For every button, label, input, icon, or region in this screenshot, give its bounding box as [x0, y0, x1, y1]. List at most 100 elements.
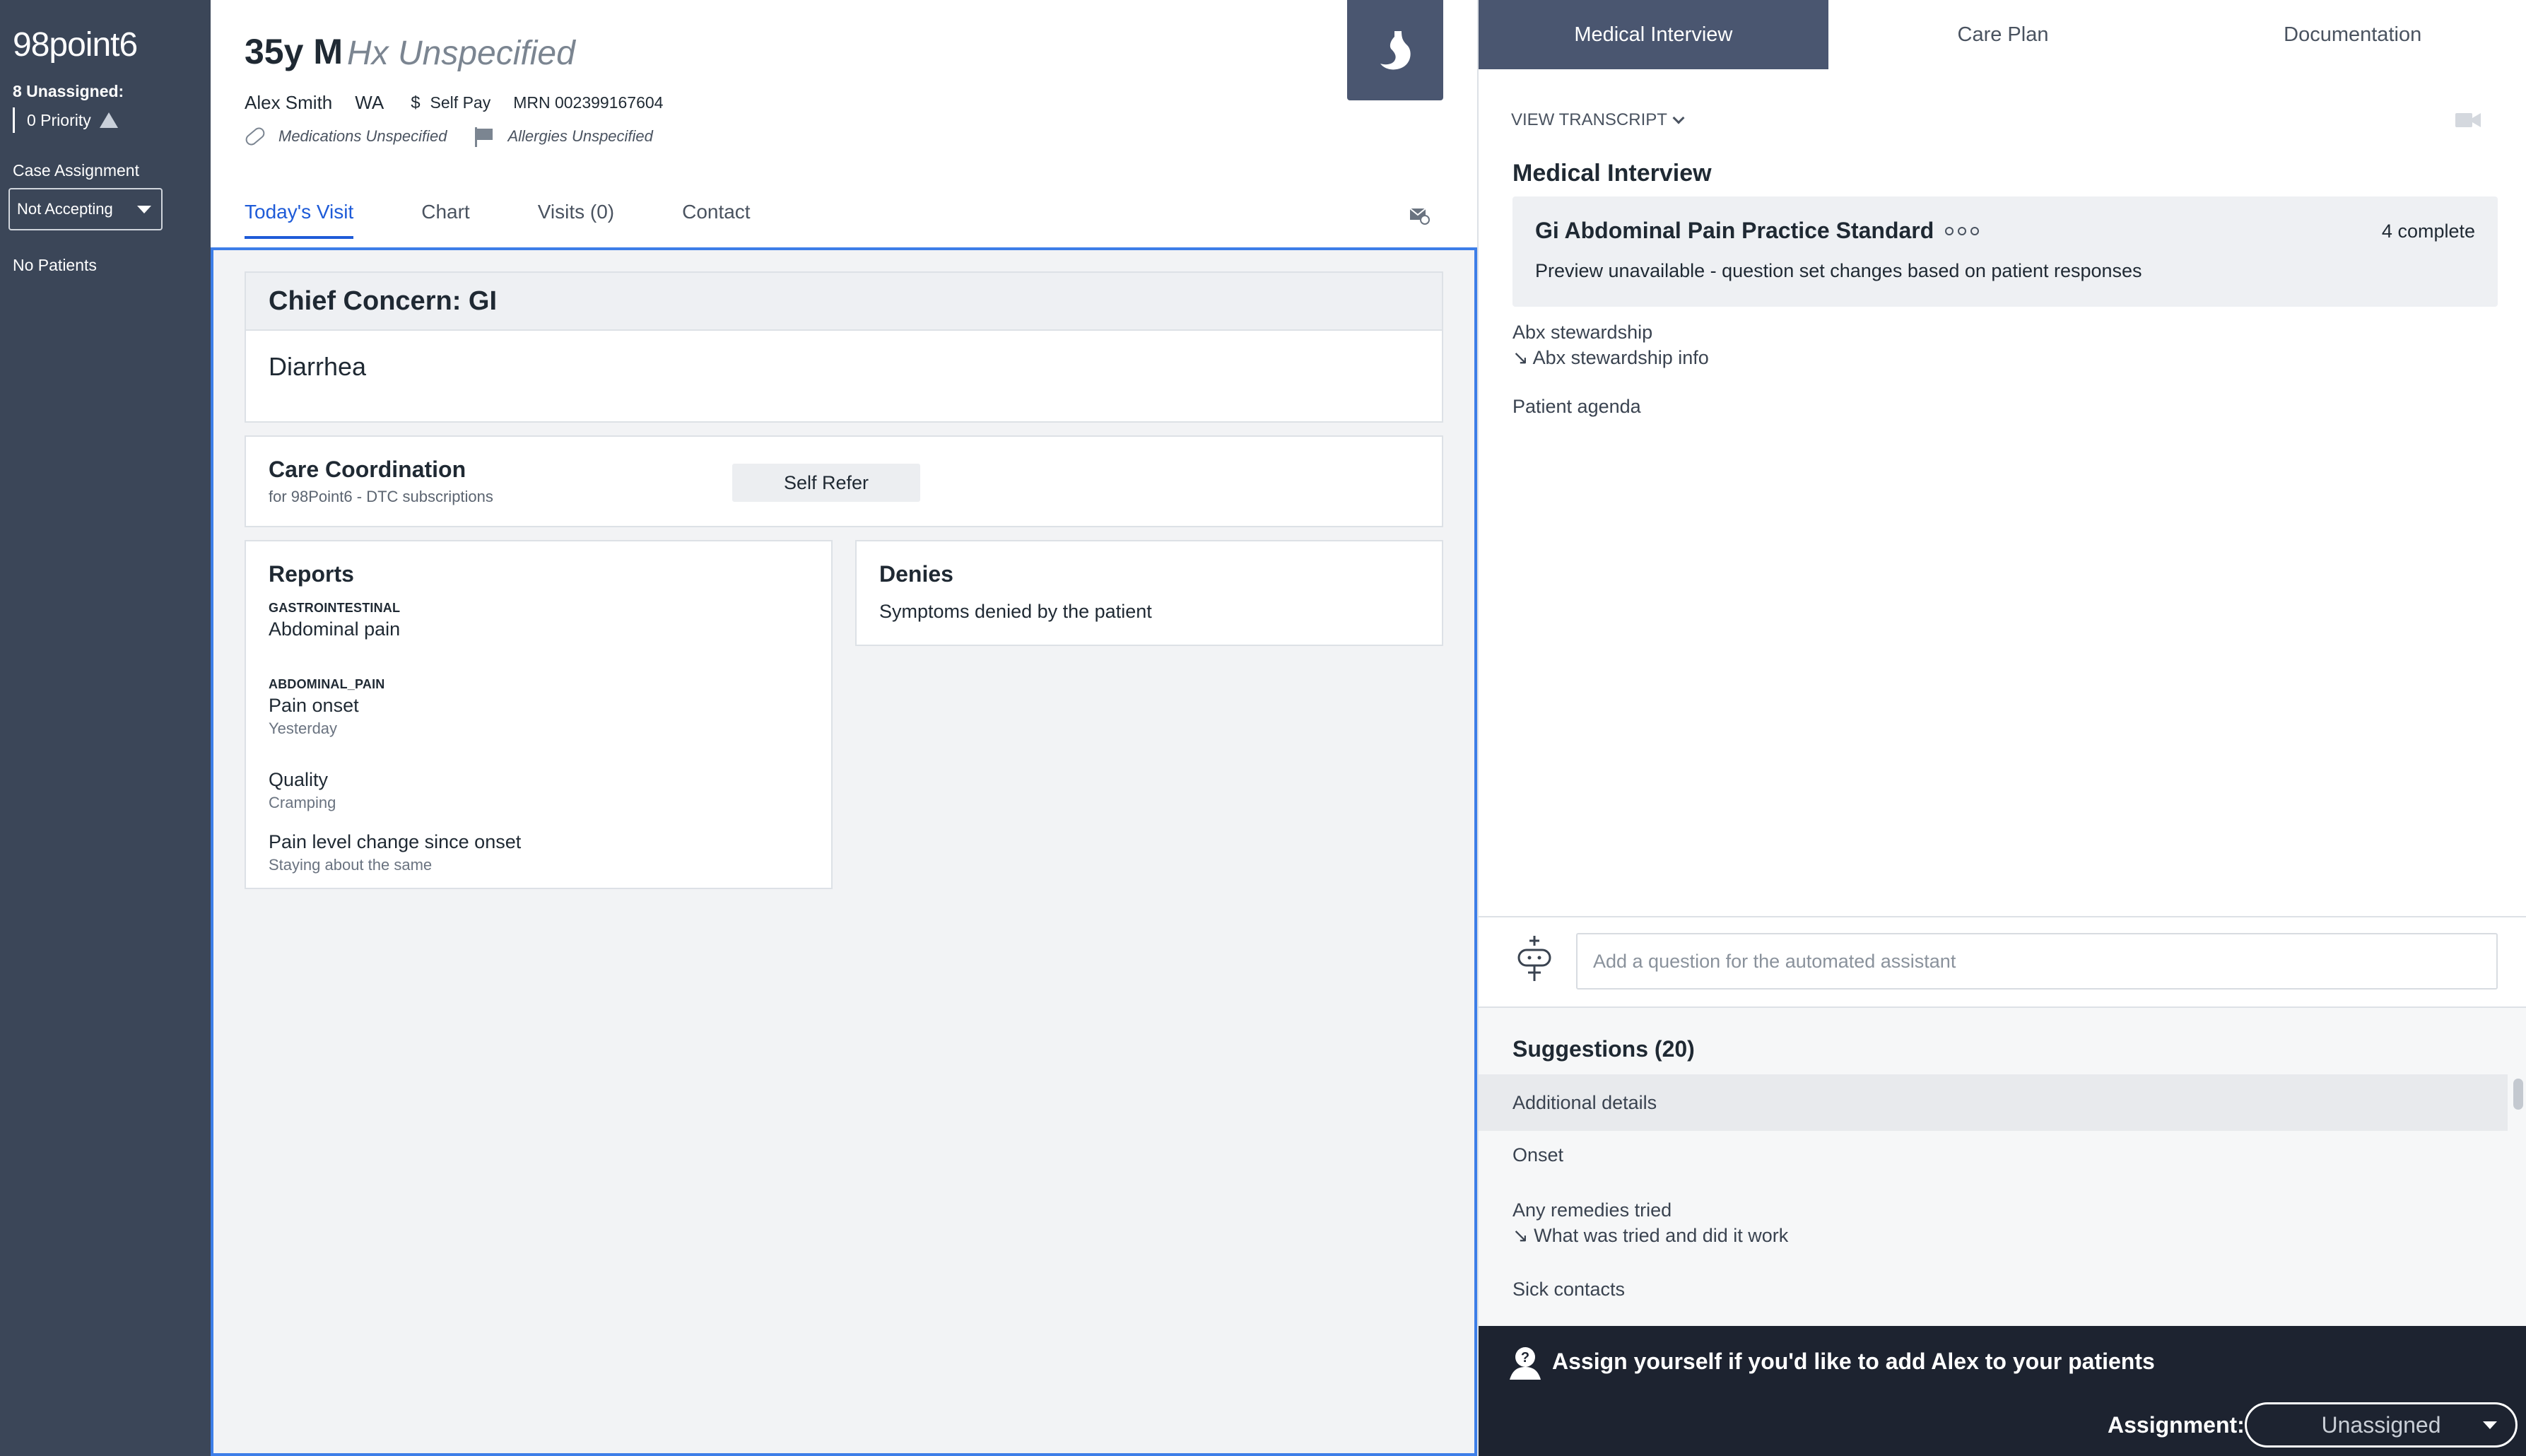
- patient-age-sex: 35y M: [245, 32, 343, 71]
- caret-down-icon: [2483, 1421, 2497, 1429]
- complete-count: 4 complete: [2381, 221, 2475, 242]
- suggestions-scrollbar[interactable]: [2513, 1079, 2523, 1110]
- assignment-value: Unassigned: [2321, 1411, 2441, 1438]
- medical-interview-title: Medical Interview: [1512, 160, 1712, 187]
- assistant-question-input[interactable]: [1576, 933, 2498, 990]
- report-group: Quality Cramping: [269, 766, 336, 812]
- patient-meds-allergies: Medications Unspecified Allergies Unspec…: [243, 125, 653, 148]
- tab-care-plan[interactable]: Care Plan: [1828, 0, 2178, 69]
- report-item: Abdominal pain: [269, 618, 401, 640]
- practice-standard-title: Gi Abdominal Pain Practice Standard: [1535, 218, 1980, 244]
- view-transcript-label: VIEW TRANSCRIPT: [1511, 110, 1667, 129]
- report-value: Staying about the same: [269, 856, 433, 874]
- more-options-icon[interactable]: [1945, 226, 1980, 235]
- care-coordination-card: Care Coordination for 98Point6 - DTC sub…: [245, 435, 1443, 527]
- assignment-footer: ? Assign yourself if you'd like to add A…: [1479, 1326, 2526, 1456]
- suggestions-panel: Suggestions (20) Additional details Onse…: [1479, 1006, 2526, 1326]
- view-transcript-toggle[interactable]: VIEW TRANSCRIPT: [1511, 110, 1685, 130]
- patient-history: Hx Unspecified: [347, 35, 575, 72]
- patient-tabs: Today's Visit Chart Visits (0) Contact: [245, 201, 818, 239]
- suggestion-item[interactable]: Any remedies tried ↘ What was tried and …: [1479, 1197, 2508, 1248]
- abx-stewardship-info: ↘ Abx stewardship info: [1512, 347, 1709, 368]
- chief-concern-card: Chief Concern: GI Diarrhea: [245, 271, 1443, 423]
- stomach-icon: [1380, 31, 1411, 70]
- dot: [1958, 226, 1967, 235]
- self-refer-button[interactable]: Self Refer: [732, 464, 920, 502]
- dot: [1970, 226, 1980, 235]
- no-patients-text: No Patients: [13, 256, 97, 274]
- video-camera-icon[interactable]: [2454, 110, 2482, 130]
- report-group: Pain level change since onset Staying ab…: [269, 828, 521, 874]
- reports-card: Reports GASTROINTESTINAL Abdominal pain …: [245, 540, 833, 889]
- allergies-text[interactable]: Allergies Unspecified: [507, 127, 652, 146]
- patient-pay-type: Self Pay: [430, 93, 491, 112]
- case-assignment-label: Case Assignment: [13, 161, 139, 180]
- suggestions-title: Suggestions (20): [1512, 1036, 1695, 1062]
- patient-meta: Alex Smith WA $ Self Pay MRN 00239916760…: [245, 92, 663, 114]
- suggestion-item[interactable]: Sick contacts: [1479, 1276, 2508, 1302]
- dot: [1945, 226, 1954, 235]
- preview-note: Preview unavailable - question set chang…: [1535, 260, 2142, 281]
- report-value: Yesterday: [269, 720, 338, 737]
- patient-state: WA: [355, 92, 384, 113]
- suggestion-item[interactable]: Onset: [1479, 1142, 2508, 1168]
- medications-text[interactable]: Medications Unspecified: [278, 127, 447, 146]
- report-item: Pain onset: [269, 695, 359, 716]
- practice-standard-name: Gi Abdominal Pain Practice Standard: [1535, 218, 1934, 243]
- priority-count[interactable]: 0 Priority: [13, 107, 118, 133]
- suggestion-label: Additional details: [1512, 1092, 1657, 1113]
- report-group: ABDOMINAL_PAIN Pain onset Yesterday: [269, 677, 384, 738]
- right-tabs: Medical Interview Care Plan Documentatio…: [1479, 0, 2526, 69]
- report-value: Cramping: [269, 794, 336, 811]
- app-logo: 98point6: [13, 26, 138, 64]
- stomach-specialty-button[interactable]: [1347, 0, 1443, 100]
- tab-contact[interactable]: Contact: [682, 201, 751, 239]
- chief-concern-value: Diarrhea: [269, 352, 367, 381]
- priority-label: 0 Priority: [27, 110, 91, 129]
- patient-name: Alex Smith: [245, 92, 333, 113]
- mail-icon[interactable]: [1409, 206, 1431, 225]
- divider: [1479, 916, 2526, 917]
- assignment-select[interactable]: Unassigned: [2245, 1402, 2518, 1448]
- person-question-icon: ?: [1510, 1347, 1541, 1380]
- case-assignment-value: Not Accepting: [17, 200, 113, 218]
- tab-medical-interview[interactable]: Medical Interview: [1479, 0, 1828, 69]
- patient-agenda-item[interactable]: Patient agenda: [1512, 396, 1641, 418]
- pill-icon: [243, 125, 267, 148]
- report-category: GASTROINTESTINAL: [269, 601, 401, 615]
- denies-title: Denies: [879, 561, 953, 587]
- suggestion-item[interactable]: Additional details: [1479, 1074, 2508, 1131]
- tab-documentation[interactable]: Documentation: [2178, 0, 2526, 69]
- caret-down-icon: [137, 205, 151, 213]
- report-item: Pain level change since onset: [269, 831, 522, 852]
- practice-standard-card[interactable]: Gi Abdominal Pain Practice Standard 4 co…: [1512, 196, 2498, 307]
- chief-concern-title: Chief Concern: GI: [246, 273, 1442, 331]
- suggestion-label: Onset: [1512, 1144, 1564, 1166]
- suggestion-sub: ↘ What was tried and did it work: [1512, 1225, 1789, 1246]
- assistant-robot-icon: [1517, 936, 1551, 981]
- tab-chart[interactable]: Chart: [421, 201, 469, 239]
- suggestion-label: Sick contacts: [1512, 1279, 1626, 1300]
- reports-title: Reports: [269, 561, 354, 587]
- svg-text:?: ?: [1521, 1350, 1529, 1366]
- sidebar: 98point6 8 Unassigned: 0 Priority Case A…: [0, 0, 211, 1456]
- report-category: ABDOMINAL_PAIN: [269, 677, 385, 691]
- tab-todays-visit[interactable]: Today's Visit: [245, 201, 354, 239]
- assignment-label: Assignment:: [2108, 1412, 2245, 1438]
- visit-content: Chief Concern: GI Diarrhea Care Coordina…: [211, 247, 1477, 1456]
- care-coordination-title: Care Coordination: [269, 457, 466, 482]
- tab-visits[interactable]: Visits (0): [538, 201, 614, 239]
- right-panel: Medical Interview Care Plan Documentatio…: [1477, 0, 2526, 1456]
- care-coordination-subtitle: for 98Point6 - DTC subscriptions: [269, 488, 493, 505]
- chevron-down-icon: [1672, 112, 1685, 124]
- dollar-icon: $: [411, 93, 421, 112]
- flag-icon: [475, 127, 495, 147]
- suggestion-label: Any remedies tried: [1512, 1199, 1672, 1221]
- case-assignment-select[interactable]: Not Accepting: [8, 188, 163, 230]
- unassigned-count[interactable]: 8 Unassigned:: [13, 82, 124, 101]
- abx-stewardship-item[interactable]: Abx stewardship ↘ Abx stewardship info: [1512, 319, 1709, 370]
- patient-header: 35y M Hx Unspecified Alex Smith WA $ Sel…: [211, 0, 1477, 247]
- denies-card: Denies Symptoms denied by the patient: [855, 540, 1443, 646]
- report-group: GASTROINTESTINAL Abdominal pain: [269, 601, 400, 640]
- denies-text: Symptoms denied by the patient: [879, 601, 1152, 622]
